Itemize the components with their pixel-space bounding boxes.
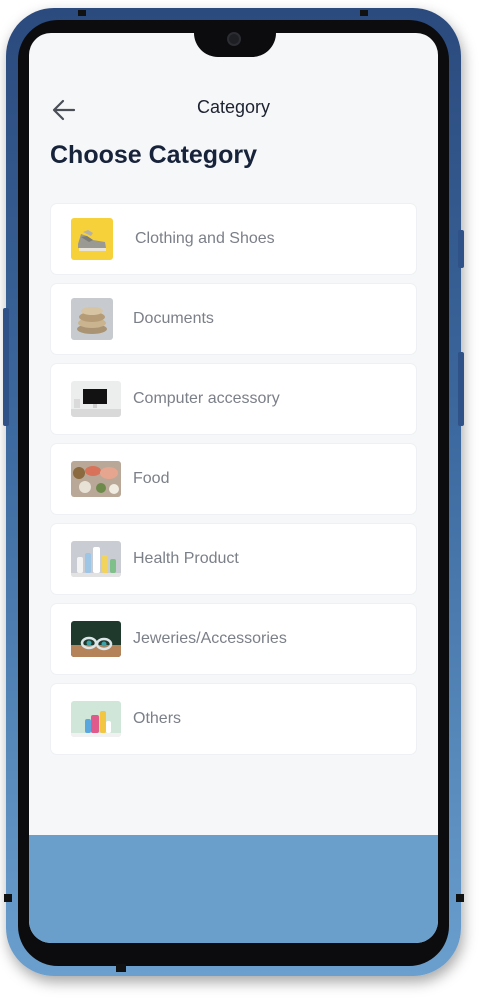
category-label: Jeweries/Accessories: [133, 630, 287, 647]
category-item-food[interactable]: Food: [51, 444, 416, 514]
app-screen: Category Choose Category Clothing and Sh…: [29, 33, 438, 943]
food-thumbnail: [71, 461, 121, 497]
front-camera: [227, 32, 241, 46]
computer-thumbnail: [71, 381, 121, 417]
phone-frame-detail: [456, 894, 464, 902]
phone-side-button: [458, 230, 464, 268]
category-list: Clothing and Shoes Documents Computer ac…: [51, 204, 416, 764]
category-item-computer-accessory[interactable]: Computer accessory: [51, 364, 416, 434]
documents-thumbnail: [71, 298, 113, 340]
shoes-thumbnail: [71, 218, 113, 260]
header-title: Category: [196, 97, 271, 117]
jewelry-thumbnail: [71, 621, 121, 657]
page-title: Choose Category: [50, 141, 257, 169]
phone-side-button: [458, 352, 464, 426]
category-label: Others: [133, 710, 182, 727]
category-label: Computer accessory: [133, 390, 280, 407]
bottom-band: [29, 835, 438, 943]
category-item-jeweries-accessories[interactable]: Jeweries/Accessories: [51, 604, 416, 674]
category-item-others[interactable]: Others: [51, 684, 416, 754]
category-item-documents[interactable]: Documents: [51, 284, 416, 354]
category-label: Health Product: [133, 550, 239, 567]
phone-side-button: [3, 308, 9, 426]
category-label: Food: [133, 470, 170, 487]
others-thumbnail: [71, 701, 121, 737]
category-item-health-product[interactable]: Health Product: [51, 524, 416, 594]
phone-frame-detail: [116, 964, 126, 972]
health-product-thumbnail: [71, 541, 121, 577]
category-item-clothing-and-shoes[interactable]: Clothing and Shoes: [51, 204, 416, 274]
phone-frame-detail: [4, 894, 12, 902]
phone-frame-detail: [78, 10, 86, 16]
category-label: Clothing and Shoes: [135, 230, 275, 247]
category-label: Documents: [133, 310, 214, 327]
phone-frame-detail: [360, 10, 368, 16]
